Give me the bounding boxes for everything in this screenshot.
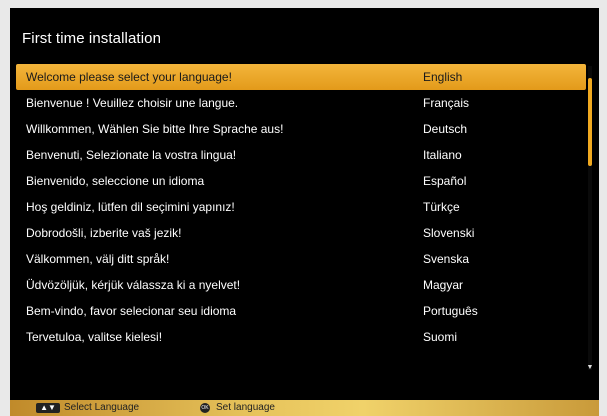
select-language-hint: Select Language [64,402,140,413]
welcome-message: Bienvenue ! Veuillez choisir une langue. [26,96,239,110]
language-row-svenska[interactable]: Välkommen, välj ditt språk! Svenska [16,246,586,272]
language-name: Italiano [423,148,462,162]
language-name: Deutsch [423,122,468,136]
language-name: English [423,70,463,84]
page-title: First time installation [22,30,162,47]
language-name: Magyar [423,278,464,292]
language-name: Türkçe [423,200,460,214]
set-language-hint: Set language [216,402,275,413]
language-row-slovenski[interactable]: Dobrodošli, izberite vaš jezik! Slovensk… [16,220,586,246]
language-name: Svenska [423,252,470,266]
welcome-message: Tervetuloa, valitse kielesi! [26,330,163,344]
tv-screen: First time installation Welcome please s… [10,8,599,416]
language-row-turkce[interactable]: Hoş geldiniz, lütfen dil seçimini yapını… [16,194,586,220]
welcome-message: Bem-vindo, favor selecionar seu idioma [26,304,237,318]
welcome-message: Üdvözöljük, kérjük válassza ki a nyelvet… [26,278,241,292]
language-name: Suomi [423,330,458,344]
language-name: Español [423,174,467,188]
language-name: Français [423,96,470,110]
language-name: Português [423,304,478,318]
footer-bar: ▲▼ Select Language OK Set language [10,400,599,416]
language-row-deutsch[interactable]: Willkommen, Wählen Sie bitte Ihre Sprach… [16,116,586,142]
scrollbar-thumb[interactable] [588,78,592,166]
language-row-english[interactable]: Welcome please select your language! Eng… [16,64,586,90]
language-list: Welcome please select your language! Eng… [16,64,586,350]
language-row-magyar[interactable]: Üdvözöljük, kérjük válassza ki a nyelvet… [16,272,586,298]
welcome-message: Välkommen, välj ditt språk! [26,252,170,266]
welcome-message: Dobrodošli, izberite vaš jezik! [26,226,182,240]
scroll-down-icon[interactable]: ▼ [584,364,596,372]
welcome-message: Willkommen, Wählen Sie bitte Ihre Sprach… [26,122,284,136]
welcome-message: Hoş geldiniz, lütfen dil seçimini yapını… [26,200,235,214]
updown-arrow-icon: ▲▼ [36,403,60,413]
ok-button-icon: OK [200,403,210,413]
welcome-message: Welcome please select your language! [26,70,232,84]
language-name: Slovenski [423,226,475,240]
language-row-suomi[interactable]: Tervetuloa, valitse kielesi! Suomi [16,324,586,350]
welcome-message: Bienvenido, seleccione un idioma [26,174,205,188]
language-row-portugues[interactable]: Bem-vindo, favor selecionar seu idioma P… [16,298,586,324]
language-row-francais[interactable]: Bienvenue ! Veuillez choisir une langue.… [16,90,586,116]
language-row-italiano[interactable]: Benvenuti, Selezionate la vostra lingua!… [16,142,586,168]
welcome-message: Benvenuti, Selezionate la vostra lingua! [26,148,237,162]
language-row-espanol[interactable]: Bienvenido, seleccione un idioma Español [16,168,586,194]
